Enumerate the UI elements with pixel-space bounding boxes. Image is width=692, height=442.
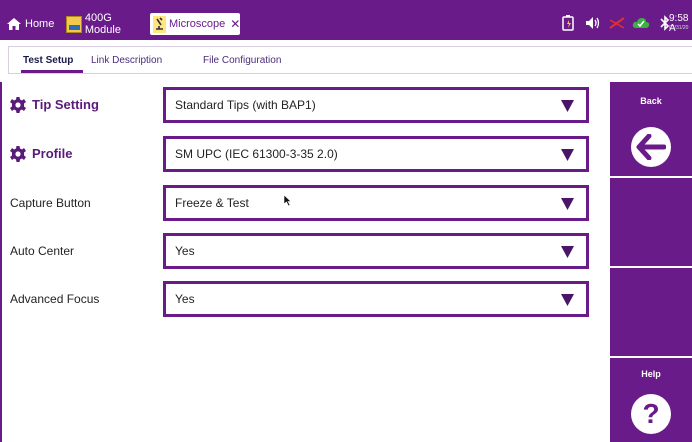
auto-center-label: Auto Center xyxy=(10,244,75,258)
sub-tab-bar: Test Setup Link Description File Configu… xyxy=(8,46,692,74)
tab-microscope-label: Microscope xyxy=(169,18,226,30)
help-button[interactable]: Help ? xyxy=(610,358,692,442)
back-button[interactable]: Back xyxy=(610,82,692,176)
capture-button-select[interactable]: Freeze & Test xyxy=(163,185,589,221)
home-icon xyxy=(7,18,21,30)
clock-time: 9:58 A xyxy=(669,13,689,34)
tab-file-configuration[interactable]: File Configuration xyxy=(203,47,303,75)
advanced-focus-value: Yes xyxy=(175,292,195,306)
help-label: Help xyxy=(641,369,661,379)
dropdown-arrow-icon xyxy=(561,246,574,258)
tab-test-setup[interactable]: Test Setup xyxy=(21,47,83,75)
side-button-empty-2 xyxy=(610,268,692,356)
status-icons xyxy=(560,12,674,34)
gear-icon xyxy=(10,146,26,162)
mouse-cursor-icon xyxy=(284,195,292,206)
microscope-icon xyxy=(153,15,166,33)
auto-center-select[interactable]: Yes xyxy=(163,233,589,269)
tab-microscope[interactable]: Microscope ✕ xyxy=(150,13,240,35)
tab-home[interactable]: Home xyxy=(4,13,62,35)
auto-center-value: Yes xyxy=(175,244,195,258)
profile-select[interactable]: SM UPC (IEC 61300-3-35 2.0) xyxy=(163,136,589,172)
speaker-icon xyxy=(584,15,602,31)
capture-button-label: Capture Button xyxy=(10,196,91,210)
network-disconnected-icon xyxy=(608,15,626,31)
advanced-focus-select[interactable]: Yes xyxy=(163,281,589,317)
top-bar: Home 400G Module Microscope ✕ 9:58 A 03/… xyxy=(0,0,692,40)
clock-date: 03/31/20 xyxy=(669,25,689,31)
profile-value: SM UPC (IEC 61300-3-35 2.0) xyxy=(175,147,338,161)
advanced-focus-label: Advanced Focus xyxy=(10,292,100,306)
tab-400g-label: 400G Module xyxy=(84,12,121,36)
module-icon xyxy=(66,15,82,33)
gear-icon xyxy=(10,97,26,113)
cloud-icon xyxy=(632,15,650,31)
help-icon: ? xyxy=(631,394,671,434)
side-button-empty-1 xyxy=(610,178,692,266)
dropdown-arrow-icon xyxy=(561,100,574,112)
profile-text: Profile xyxy=(32,146,73,161)
tab-link-description[interactable]: Link Description xyxy=(91,47,191,75)
tip-setting-label: Tip Setting xyxy=(10,95,99,115)
tab-400g-module[interactable]: 400G Module xyxy=(66,12,146,36)
back-label: Back xyxy=(640,96,662,106)
close-tab-icon[interactable]: ✕ xyxy=(230,17,240,31)
back-arrow-icon xyxy=(631,127,671,167)
dropdown-arrow-icon xyxy=(561,294,574,306)
capture-button-value: Freeze & Test xyxy=(175,196,249,210)
tip-setting-select[interactable]: Standard Tips (with BAP1) xyxy=(163,87,589,123)
dropdown-arrow-icon xyxy=(561,149,574,161)
dropdown-arrow-icon xyxy=(561,198,574,210)
battery-plug-icon xyxy=(560,15,578,31)
tip-setting-text: Tip Setting xyxy=(32,97,99,112)
side-panel: Back Help ? xyxy=(610,82,692,442)
tip-setting-value: Standard Tips (with BAP1) xyxy=(175,98,316,112)
left-edge-divider xyxy=(0,82,2,442)
profile-label: Profile xyxy=(10,144,72,164)
tab-home-label: Home xyxy=(25,18,55,30)
